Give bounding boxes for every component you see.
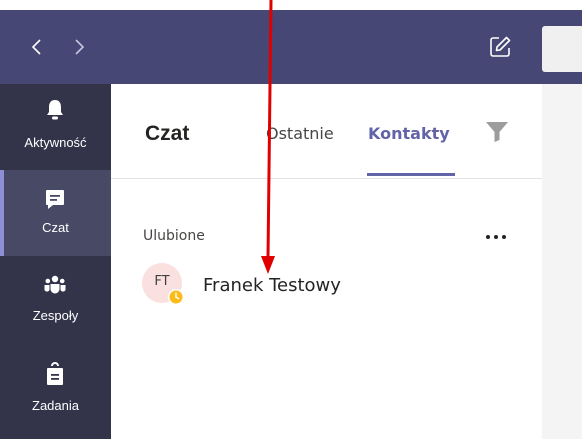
rail-item-activity[interactable]: Aktywność <box>0 84 111 170</box>
rail-item-label: Zespoły <box>32 308 79 323</box>
avatar: FT <box>142 263 184 305</box>
app-rail: Aktywność Czat Zespoły Zadania <box>0 84 111 439</box>
new-chat-button[interactable] <box>487 34 513 60</box>
back-button[interactable] <box>27 37 47 57</box>
search-input[interactable] <box>542 26 582 72</box>
top-bar <box>0 10 582 84</box>
avatar-initials: FT <box>154 274 170 289</box>
rail-item-tasks[interactable]: Zadania <box>0 342 111 428</box>
content-area <box>542 84 582 439</box>
rail-item-teams[interactable]: Zespoły <box>0 256 111 342</box>
filter-button[interactable] <box>485 121 509 143</box>
tasks-icon <box>44 362 66 385</box>
chat-header: Czat Ostatnie Kontakty <box>111 84 542 179</box>
chat-icon <box>44 188 66 210</box>
more-options-button[interactable] <box>483 230 513 244</box>
chat-panel: Czat Ostatnie Kontakty Ulubione FT Frane… <box>111 84 542 439</box>
status-badge <box>168 289 184 305</box>
page-title: Czat <box>145 122 190 145</box>
tab-recent[interactable]: Ostatnie <box>266 124 334 143</box>
teams-icon <box>44 274 66 296</box>
clock-icon <box>169 290 183 304</box>
contact-list-item[interactable]: FT Franek Testowy <box>111 260 542 308</box>
filter-icon <box>486 122 508 142</box>
favorites-section-label: Ulubione <box>143 228 205 244</box>
active-tab-indicator <box>367 173 455 176</box>
more-options-icon <box>486 235 506 239</box>
forward-button[interactable] <box>69 37 89 57</box>
chevron-right-icon <box>75 39 85 55</box>
bell-icon <box>44 98 66 120</box>
rail-item-label: Aktywność <box>24 135 87 150</box>
rail-item-label: Zadania <box>32 398 79 413</box>
contact-name: Franek Testowy <box>203 275 341 296</box>
tab-contacts[interactable]: Kontakty <box>368 124 450 143</box>
rail-item-chat[interactable]: Czat <box>0 170 111 256</box>
chevron-left-icon <box>31 39 41 55</box>
rail-item-label: Czat <box>42 220 69 235</box>
compose-icon <box>490 36 511 57</box>
